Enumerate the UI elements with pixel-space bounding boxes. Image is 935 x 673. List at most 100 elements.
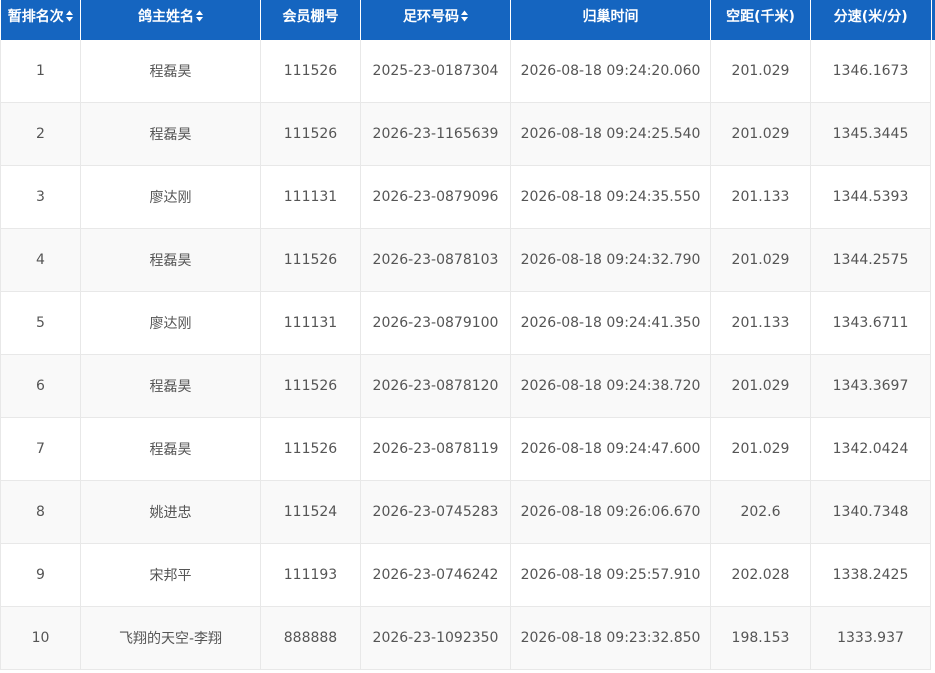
cell-rank: 6 — [0, 354, 81, 418]
cell-owner-name: 程磊昊 — [80, 40, 261, 103]
table-row[interactable]: 2 程磊昊 111526 2026-23-1165639 2026-08-18 09:2… — [0, 102, 931, 166]
cell-owner-name: 程磊昊 — [80, 228, 261, 292]
cell-speed: 1344.2575 — [810, 228, 931, 292]
cell-owner-name: 飞翔的天空-李翔 — [80, 606, 261, 670]
cell-loft-number: 111131 — [260, 165, 361, 229]
cell-owner-name: 程磊昊 — [80, 417, 261, 481]
cell-owner-name: 姚进忠 — [80, 480, 261, 544]
cell-ring-number: 2025-23-0187304 — [360, 40, 511, 103]
race-results-table-container: 暂排名次 鸽主姓名 会员棚号 足环号码 归巢时间 空距(千米) 分速(米/分) 1 程磊昊 11… — [0, 0, 935, 673]
sort-updown-icon[interactable] — [461, 10, 468, 22]
table-row[interactable]: 1 程磊昊 111526 2025-23-0187304 2026-08-18 09:2… — [0, 40, 931, 103]
cell-distance: 198.153 — [710, 606, 811, 670]
table-row[interactable]: 4 程磊昊 111526 2026-23-0878103 2026-08-18 09:2… — [0, 228, 931, 292]
column-header-content: 鸽主姓名 — [138, 6, 203, 26]
cell-speed: 1346.1673 — [810, 40, 931, 103]
sort-updown-icon[interactable] — [196, 10, 203, 22]
cell-loft-number: 111131 — [260, 291, 361, 355]
cell-distance: 202.028 — [710, 543, 811, 607]
cell-rank: 8 — [0, 480, 81, 544]
column-header-loft-number: 会员棚号 — [260, 0, 361, 40]
table-header: 暂排名次 鸽主姓名 会员棚号 足环号码 归巢时间 空距(千米) 分速(米/分) — [0, 0, 931, 40]
cell-speed: 1333.937 — [810, 606, 931, 670]
cell-ring-number: 2026-23-1165639 — [360, 102, 511, 166]
cell-rank: 1 — [0, 40, 81, 103]
cell-speed: 1344.5393 — [810, 165, 931, 229]
cell-loft-number: 111524 — [260, 480, 361, 544]
table-row[interactable]: 5 廖达刚 111131 2026-23-0879100 2026-08-18 09:2… — [0, 291, 931, 355]
table-row[interactable]: 10 飞翔的天空-李翔 888888 2026-23-1092350 2026-08-1… — [0, 606, 931, 670]
cell-return-time: 2026-08-18 09:24:41.350 — [510, 291, 711, 355]
cell-loft-number: 111193 — [260, 543, 361, 607]
cell-distance: 201.029 — [710, 354, 811, 418]
cell-distance: 201.029 — [710, 102, 811, 166]
cell-return-time: 2026-08-18 09:24:38.720 — [510, 354, 711, 418]
table-row[interactable]: 7 程磊昊 111526 2026-23-0878119 2026-08-18 09:2… — [0, 417, 931, 481]
cell-return-time: 2026-08-18 09:25:57.910 — [510, 543, 711, 607]
cell-owner-name: 程磊昊 — [80, 102, 261, 166]
cell-loft-number: 111526 — [260, 40, 361, 103]
cell-rank: 7 — [0, 417, 81, 481]
cell-rank: 9 — [0, 543, 81, 607]
column-header-content: 足环号码 — [403, 6, 468, 26]
column-header-content: 分速(米/分) — [834, 6, 908, 26]
cell-ring-number: 2026-23-0879100 — [360, 291, 511, 355]
cell-rank: 5 — [0, 291, 81, 355]
table-row[interactable]: 8 姚进忠 111524 2026-23-0745283 2026-08-18 09:2… — [0, 480, 931, 544]
cell-loft-number: 888888 — [260, 606, 361, 670]
cell-rank: 10 — [0, 606, 81, 670]
cell-ring-number: 2026-23-0746242 — [360, 543, 511, 607]
cell-loft-number: 111526 — [260, 417, 361, 481]
column-header-rank[interactable]: 暂排名次 — [0, 0, 81, 40]
cell-return-time: 2026-08-18 09:24:47.600 — [510, 417, 711, 481]
table-body: 1 程磊昊 111526 2025-23-0187304 2026-08-18 09:2… — [0, 40, 931, 670]
cell-ring-number: 2026-23-0878120 — [360, 354, 511, 418]
cell-distance: 201.029 — [710, 417, 811, 481]
cell-loft-number: 111526 — [260, 354, 361, 418]
cell-loft-number: 111526 — [260, 102, 361, 166]
cell-rank: 3 — [0, 165, 81, 229]
column-header-label: 分速(米/分) — [833, 9, 908, 25]
column-header-label: 足环号码 — [403, 9, 459, 25]
cell-ring-number: 2026-23-0878103 — [360, 228, 511, 292]
cell-owner-name: 程磊昊 — [80, 354, 261, 418]
column-header-label: 暂排名次 — [7, 9, 64, 25]
sort-updown-icon[interactable] — [65, 10, 73, 22]
cell-rank: 2 — [0, 102, 81, 166]
table-row[interactable]: 9 宋邦平 111193 2026-23-0746242 2026-08-18 09:2… — [0, 543, 931, 607]
cell-speed: 1342.0424 — [810, 417, 931, 481]
cell-return-time: 2026-08-18 09:24:20.060 — [510, 40, 711, 103]
column-header-ring-number[interactable]: 足环号码 — [360, 0, 511, 40]
cell-distance: 202.6 — [710, 480, 811, 544]
cell-owner-name: 廖达刚 — [80, 291, 261, 355]
cell-ring-number: 2026-23-0878119 — [360, 417, 511, 481]
column-header-label: 会员棚号 — [282, 9, 339, 25]
cell-distance: 201.133 — [710, 291, 811, 355]
column-header-label: 归巢时间 — [582, 9, 639, 25]
cell-ring-number: 2026-23-1092350 — [360, 606, 511, 670]
cell-distance: 201.029 — [710, 40, 811, 103]
column-header-return-time: 归巢时间 — [510, 0, 711, 40]
cell-return-time: 2026-08-18 09:23:32.850 — [510, 606, 711, 670]
column-header-content: 归巢时间 — [583, 6, 639, 26]
cell-rank: 4 — [0, 228, 81, 292]
column-header-content: 会员棚号 — [283, 6, 339, 26]
cell-owner-name: 廖达刚 — [80, 165, 261, 229]
cell-ring-number: 2026-23-0745283 — [360, 480, 511, 544]
cell-speed: 1345.3445 — [810, 102, 931, 166]
column-header-distance: 空距(千米) — [710, 0, 811, 40]
column-header-owner-name[interactable]: 鸽主姓名 — [80, 0, 261, 40]
table-row[interactable]: 6 程磊昊 111526 2026-23-0878120 2026-08-18 09:2… — [0, 354, 931, 418]
cell-speed: 1343.6711 — [810, 291, 931, 355]
cell-distance: 201.133 — [710, 165, 811, 229]
column-header-label: 空距(千米) — [726, 9, 795, 25]
cell-distance: 201.029 — [710, 228, 811, 292]
cell-speed: 1343.3697 — [810, 354, 931, 418]
cell-ring-number: 2026-23-0879096 — [360, 165, 511, 229]
column-header-content: 空距(千米) — [726, 6, 795, 26]
table-row[interactable]: 3 廖达刚 111131 2026-23-0879096 2026-08-18 09:2… — [0, 165, 931, 229]
cell-return-time: 2026-08-18 09:24:32.790 — [510, 228, 711, 292]
column-header-speed: 分速(米/分) — [810, 0, 931, 40]
cell-loft-number: 111526 — [260, 228, 361, 292]
cell-speed: 1338.2425 — [810, 543, 931, 607]
